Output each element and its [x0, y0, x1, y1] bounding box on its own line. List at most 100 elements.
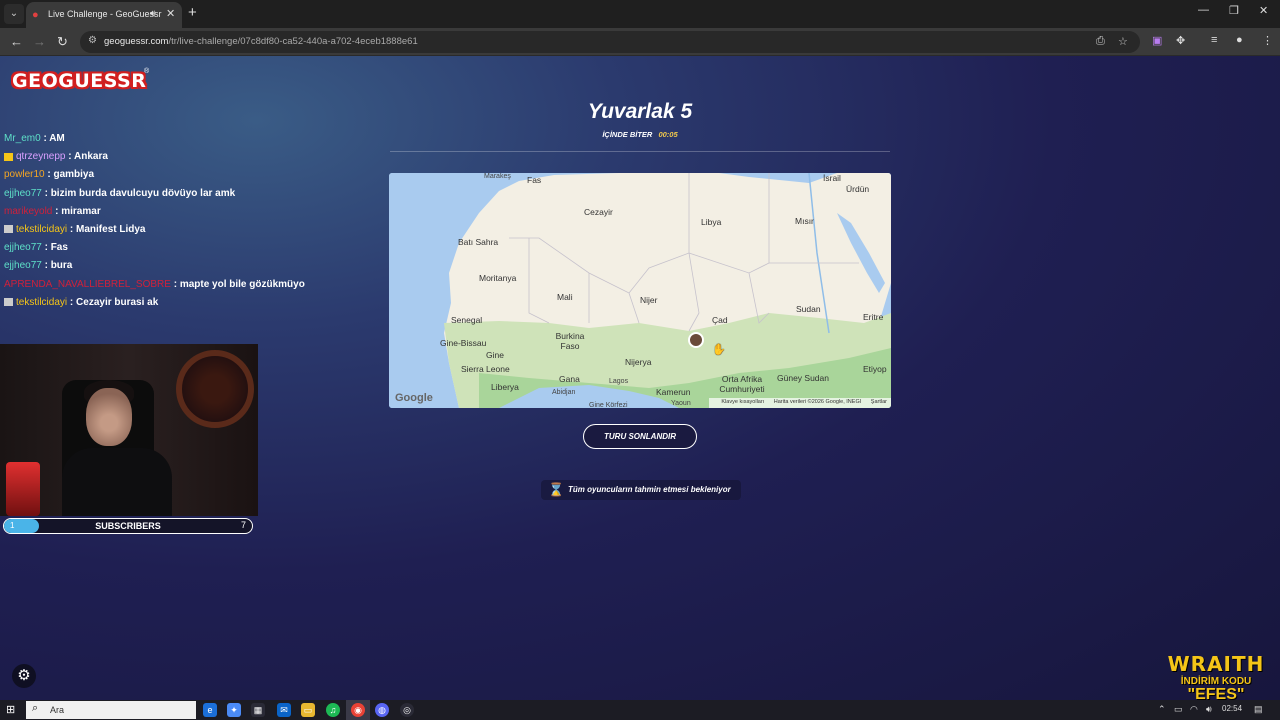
map-terms[interactable]: Şartlar: [871, 399, 887, 405]
store-icon[interactable]: ▦: [251, 703, 265, 717]
chat-badge-icon: [4, 225, 13, 234]
clock[interactable]: 02:54: [1222, 704, 1242, 713]
map-place-label: Senegal: [451, 315, 483, 325]
player-guess-marker[interactable]: [688, 332, 704, 348]
browser-tab[interactable]: ● Live Challenge - GeoGuessr 🔊︎ ✕: [26, 2, 182, 28]
tab-title: Live Challenge - GeoGuessr: [48, 9, 162, 19]
chat-username[interactable]: qtrzeynepp: [16, 151, 65, 162]
map-place-label: Güney Sudan: [777, 373, 829, 383]
chat-username[interactable]: ejjheo77: [4, 188, 42, 199]
extension-icon[interactable]: ▣: [1152, 34, 1162, 47]
forward-icon[interactable]: →: [33, 34, 46, 49]
wifi-icon[interactable]: ◠: [1190, 704, 1198, 715]
tray-overflow-icon[interactable]: ⌃: [1158, 704, 1166, 715]
chat-message: tekstilcidayi : Manifest Lidya: [4, 221, 304, 239]
notifications-icon[interactable]: ▤: [1254, 704, 1263, 715]
windows-start-icon[interactable]: ⊞: [6, 703, 18, 716]
settings-gear-icon[interactable]: ⚙: [12, 664, 36, 688]
tab-search-icon[interactable]: ⌄: [4, 4, 24, 24]
subscriber-goal: 7: [240, 520, 246, 530]
network-icon[interactable]: ▭: [1174, 704, 1183, 715]
map-place-label: Lagos: [609, 378, 629, 385]
end-round-button[interactable]: TURU SONLANDIR: [583, 424, 697, 449]
chat-username[interactable]: tekstilcidayi: [16, 297, 67, 308]
mail-icon[interactable]: ✉: [277, 703, 291, 717]
chat-username[interactable]: tekstilcidayi: [16, 224, 67, 235]
profile-avatar-icon[interactable]: ●: [1236, 34, 1243, 46]
chat-text: bura: [50, 260, 73, 272]
site-info-icon[interactable]: ⚙: [88, 35, 97, 46]
address-bar[interactable]: ⚙ geoguessr.com/tr/live-challenge/07c8df…: [80, 31, 1140, 53]
chrome-icon[interactable]: ◉: [351, 703, 365, 717]
chat-username[interactable]: Mr_em0: [4, 133, 41, 144]
window-close-icon[interactable]: ✕: [1259, 4, 1268, 17]
map-keyboard-shortcuts[interactable]: Klavye kısayolları: [721, 399, 764, 405]
sponsor-overlay: WRAITH İNDİRİM KODU "EFES": [1160, 652, 1272, 700]
red-lamp: [6, 462, 40, 516]
chat-text: Fas: [50, 242, 68, 254]
map-place-label: Gine-Bissau: [440, 338, 487, 348]
chat-message: ejjheo77 : bizim burda davulcuyu dövüyo …: [4, 187, 236, 199]
stream-chat: Mr_em0 : AM qtrzeynepp : Ankara powler10 :…: [4, 130, 305, 312]
chat-message: Mr_em0 : AM: [4, 133, 65, 144]
chat-text: Manifest Lidya: [76, 223, 146, 235]
geoguessr-page: GEOGUESSR ® Mr_em0 : AM qtrzeynepp : Anka…: [0, 56, 1280, 700]
url-text: geoguessr.com/tr/live-challenge/07c8df80…: [104, 36, 418, 47]
chat-badge-icon: [4, 152, 13, 161]
chat-username[interactable]: APRENDA_NAVALLIEBREL_SOBRE: [4, 279, 171, 290]
chat-text: bizim burda davulcuyu dövüyo lar amk: [50, 187, 236, 199]
browser-toolbar: ← → ↻ ⚙ geoguessr.com/tr/live-challenge/…: [0, 28, 1280, 56]
chat-text: gambiya: [53, 169, 95, 181]
volume-icon[interactable]: 🔊︎: [1206, 704, 1212, 715]
browser-tabbar: ⌄ ● Live Challenge - GeoGuessr 🔊︎ ✕ + — …: [0, 0, 1280, 28]
hourglass-icon: ⌛: [548, 482, 565, 497]
edge-icon[interactable]: e: [203, 703, 217, 717]
chat-username[interactable]: marikeyold: [4, 206, 52, 217]
chat-message: APRENDA_NAVALLIEBREL_SOBRE : mapte yol b…: [4, 278, 305, 290]
tab-close-icon[interactable]: ✕: [166, 7, 175, 20]
subscriber-label: SUBSCRIBERS: [95, 521, 161, 531]
install-app-icon[interactable]: ⎙: [1096, 35, 1105, 48]
waiting-banner: ⌛ Tüm oyuncuların tahmin etmesi bekleniy…: [541, 480, 741, 500]
logo-text: GEOGUESSR: [12, 70, 147, 92]
speaker-icon[interactable]: 🔊︎: [150, 8, 156, 19]
map-place-label: Çad: [712, 315, 728, 325]
chat-username[interactable]: ejjheo77: [4, 260, 42, 271]
minimize-icon[interactable]: —: [1198, 4, 1209, 16]
streamer-face: [86, 388, 132, 446]
guess-map[interactable]: Fas Marakeş Cezayir Libya Mısır İsrail Ürdün Ba…: [389, 173, 891, 408]
new-tab-button[interactable]: +: [188, 4, 197, 21]
chat-username[interactable]: powler10: [4, 169, 45, 180]
sponsor-code: "EFES": [1187, 686, 1245, 701]
spotify-icon[interactable]: ♫: [326, 703, 340, 717]
map-place-label: İsrail: [823, 173, 841, 183]
chat-text: Ankara: [74, 151, 108, 163]
hand-cursor-icon: ✋: [712, 344, 726, 356]
bookmark-star-icon[interactable]: ☆: [1118, 35, 1128, 48]
copilot-icon[interactable]: ✦: [227, 703, 241, 717]
waiting-text: Tüm oyuncuların tahmin etmesi bekleniyor: [568, 485, 731, 494]
file-explorer-icon[interactable]: ▭: [301, 703, 315, 717]
chat-text: AM: [49, 133, 65, 144]
obs-icon[interactable]: ◎: [400, 703, 414, 717]
map-place-label: Fas: [527, 175, 542, 185]
geoguessr-logo[interactable]: GEOGUESSR ®: [12, 68, 149, 94]
menu-kebab-icon[interactable]: ⋮: [1262, 34, 1273, 47]
extensions-puzzle-icon[interactable]: ✥: [1176, 34, 1185, 47]
discord-icon[interactable]: ◍: [375, 703, 389, 717]
map-place-label: Marakeş: [484, 173, 511, 180]
windows-taskbar: ⊞ ⌕ Ara e ✦ ▦ ✉ ▭ ♫ ◉ ◍ ◎ ⌃ ▭ ◠ 🔊︎ 02:54…: [0, 700, 1280, 720]
webcam-overlay: [0, 344, 258, 516]
map-place-label: Moritanya: [479, 273, 517, 283]
restore-icon[interactable]: ❐: [1229, 4, 1239, 17]
reload-icon[interactable]: ↻: [57, 34, 68, 50]
map-place-label: Yaoun: [671, 400, 691, 407]
map-place-label: Cezayir: [584, 207, 613, 217]
taskbar-search[interactable]: ⌕ Ara: [26, 701, 196, 719]
chat-username[interactable]: ejjheo77: [4, 242, 42, 253]
chat-text: miramar: [61, 205, 101, 217]
map-place-label: Etiyop: [863, 364, 887, 374]
chat-message: qtrzeynepp : Ankara: [4, 148, 304, 166]
reading-list-icon[interactable]: ≡: [1211, 34, 1217, 46]
back-icon[interactable]: ←: [10, 34, 23, 49]
